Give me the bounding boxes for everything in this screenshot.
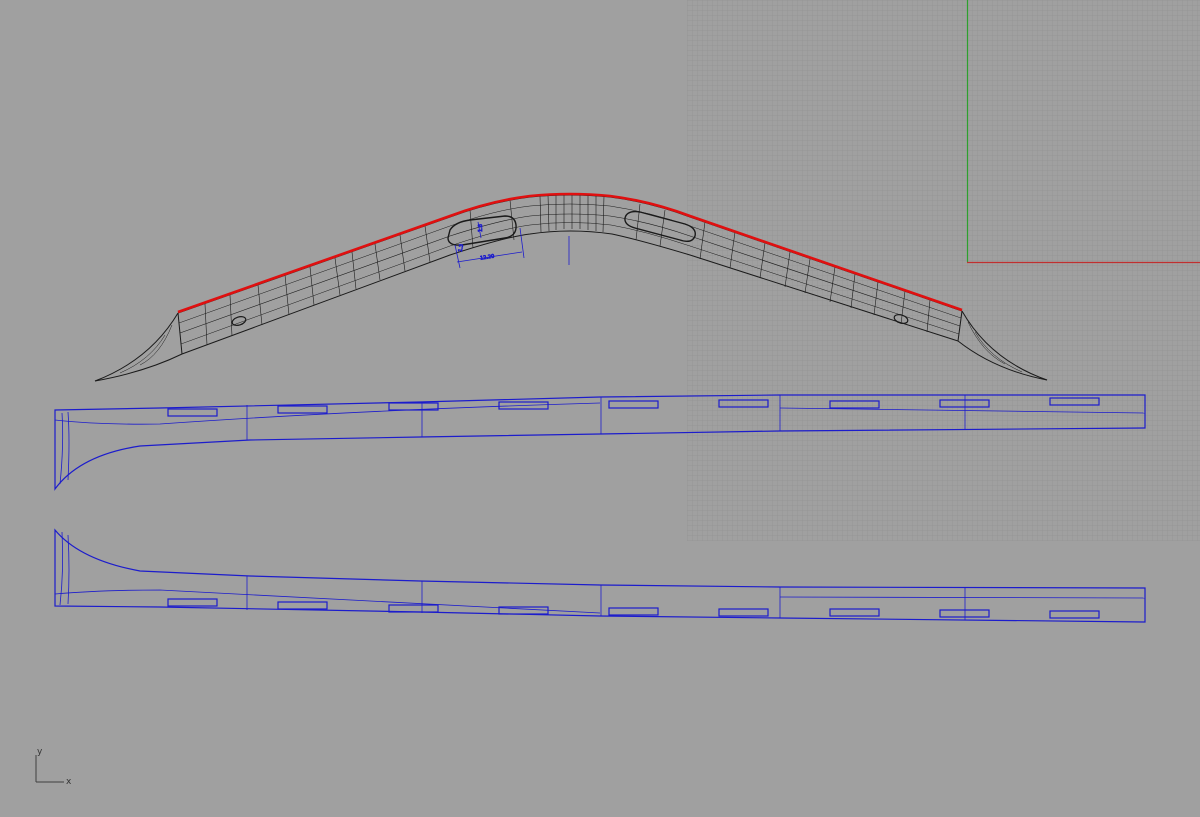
top-viewport[interactable]: 1.8 1.3 12.20 y x [0, 0, 1200, 817]
pattern-upper-slot-5 [608, 400, 659, 409]
left-flare-edge-inner [94, 353, 183, 382]
pattern-lower-slot-9 [1049, 610, 1100, 619]
world-axis-y-label: y [37, 747, 43, 757]
dimension-annotation[interactable]: 1.8 1.3 12.20 [454, 221, 570, 269]
pattern-lower-inner-curve-2 [59, 531, 64, 606]
pattern-lower-centerline [779, 596, 1146, 599]
left-end-cap [177, 312, 183, 355]
pattern-lower-slot-8 [939, 609, 990, 618]
left-flare-edge [94, 312, 179, 382]
world-axis-x-label: x [66, 777, 72, 787]
world-axes-icon: y x [35, 747, 72, 787]
pattern-lower-inner-curve [67, 534, 70, 605]
pattern-upper-inner-curve [67, 411, 70, 481]
pattern-lower-slot-5 [608, 607, 659, 616]
dimension-vertical-text: 1.8 [478, 224, 484, 232]
viewport-canvas[interactable]: 1.8 1.3 12.20 y x [0, 0, 1200, 817]
construction-grid [687, 0, 1200, 541]
pattern-lower-slot-7 [829, 608, 880, 617]
pattern-lower-slot-6 [718, 608, 769, 617]
pattern-upper-slot-2 [277, 405, 328, 414]
dimension-aligned-text: 12.20 [480, 254, 495, 262]
pattern-lower-slot-2 [277, 601, 328, 610]
dimension-horizontal-text: 1.3 [458, 244, 465, 253]
pattern-lower-slot-1 [167, 598, 218, 607]
pattern-lower-outline [54, 528, 1146, 623]
pattern-upper-inner-curve-2 [59, 412, 64, 485]
pattern-upper-slot-1 [167, 408, 218, 417]
flat-pattern-lower[interactable] [54, 528, 1146, 623]
